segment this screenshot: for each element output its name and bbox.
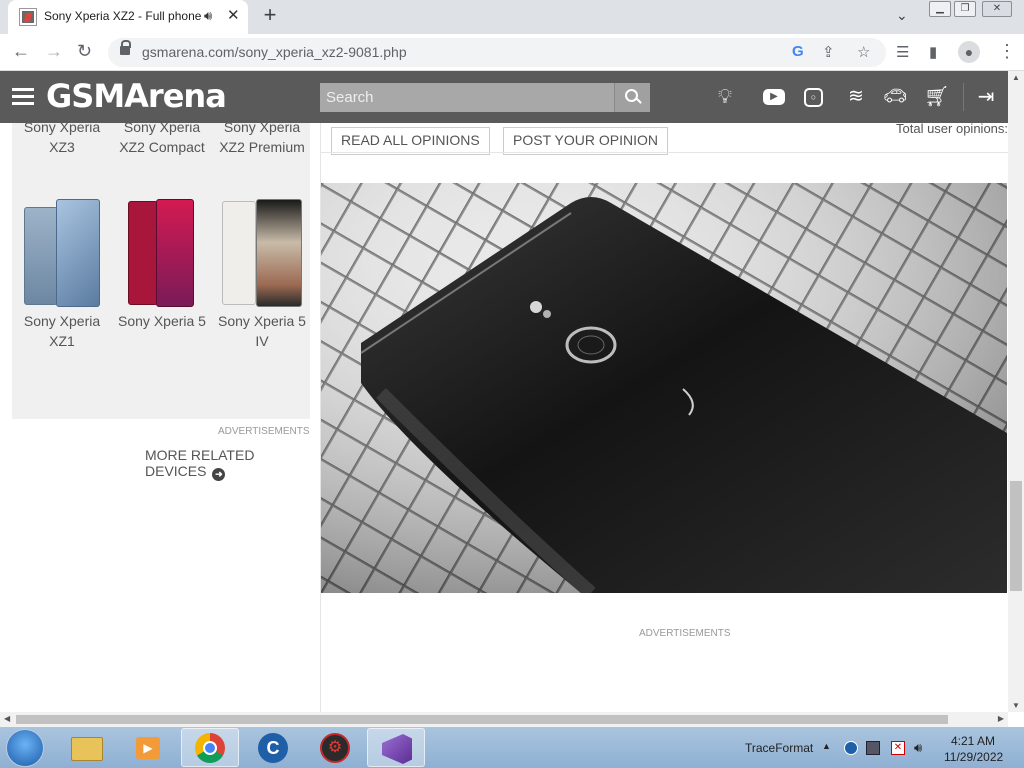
related-device-xz3[interactable]: Sony Xperia XZ3 — [12, 117, 112, 157]
device-name: Sony Xperia XZ1 — [23, 313, 101, 349]
visual-studio-icon — [382, 734, 412, 764]
site-logo[interactable]: GSMArena — [46, 77, 227, 115]
gear-icon: ⚙ — [320, 733, 350, 763]
search-icon[interactable] — [614, 83, 650, 112]
scroll-down-icon[interactable]: ▼ — [1012, 701, 1020, 710]
tab-strip: Sony Xperia XZ2 - Full phone specificati… — [0, 0, 1024, 34]
instagram-icon[interactable]: ○ — [804, 88, 823, 107]
start-button-icon[interactable] — [6, 729, 44, 767]
app-taskbar-button[interactable]: ⚙ — [306, 728, 364, 767]
vertical-scrollbar[interactable]: ▲ ▼ — [1008, 71, 1024, 712]
youtube-icon[interactable]: ▶ — [763, 89, 785, 105]
bookmark-star-icon[interactable]: ☆ — [857, 43, 870, 61]
volume-icon[interactable]: 🔊︎ — [914, 741, 928, 755]
media-player-icon: ▶ — [136, 737, 160, 759]
related-device-xz1[interactable]: Sony Xperia XZ1 — [12, 199, 112, 351]
phone-photo-illustration — [321, 183, 1007, 593]
ccleaner-icon: C — [258, 733, 288, 763]
network-icon[interactable] — [866, 741, 880, 755]
speaker-icon[interactable]: 🔊︎ — [204, 8, 212, 24]
related-devices-panel: Sony Xperia XZ3 Sony Xperia XZ2 Compact … — [12, 119, 312, 481]
close-tab-icon[interactable]: ✕ — [227, 6, 240, 24]
device-name: Sony Xperia 5 — [118, 313, 206, 329]
rss-icon[interactable]: ≋ — [844, 85, 868, 109]
total-user-opinions: Total user opinions: — [896, 121, 1008, 136]
web-page: GSMArena Search 💡︎ ▶ ○ ≋ 🚗︎ 🛒︎ ⇥ Sony Xp… — [0, 71, 1008, 712]
device-thumbnail[interactable] — [212, 199, 312, 311]
folder-icon — [71, 737, 103, 761]
chrome-icon — [195, 733, 225, 763]
site-header: GSMArena Search 💡︎ ▶ ○ ≋ 🚗︎ 🛒︎ ⇥ — [0, 71, 1008, 123]
gsmarena-favicon-icon — [19, 8, 37, 26]
phone-photo[interactable] — [321, 183, 1007, 593]
browser-tab[interactable]: Sony Xperia XZ2 - Full phone specificati… — [8, 0, 248, 34]
lock-icon[interactable] — [120, 40, 131, 55]
device-name: Sony Xperia 5 IV — [218, 313, 306, 349]
url-text: gsmarena.com/sony_xperia_xz2-9081.php — [142, 44, 407, 60]
advertisements-label: ADVERTISEMENTS — [639, 628, 731, 639]
post-opinion-button[interactable]: POST YOUR OPINION — [503, 127, 668, 155]
system-clock[interactable]: 4:21 AM 11/29/2022 — [944, 733, 1004, 765]
related-device-5-iv[interactable]: Sony Xperia 5 IV — [212, 199, 312, 351]
section-divider — [320, 152, 1008, 153]
media-player-taskbar-button[interactable]: ▶ — [118, 728, 176, 767]
tab-search-chevron-icon[interactable]: ⌄ — [896, 7, 908, 24]
new-tab-button[interactable]: + — [258, 4, 282, 28]
login-icon[interactable]: ⇥ — [974, 85, 998, 109]
vertical-scroll-thumb[interactable] — [1010, 481, 1022, 591]
arrow-right-circle-icon: ➜ — [212, 468, 226, 481]
more-related-devices-link[interactable]: MORE RELATED DEVICES ➜ — [145, 447, 310, 481]
back-icon[interactable]: ← — [12, 41, 30, 62]
action-center-flag-icon[interactable]: ✕ — [891, 741, 905, 755]
explorer-taskbar-button[interactable] — [57, 728, 115, 767]
ccleaner-tray-icon[interactable] — [844, 741, 858, 755]
close-window-button[interactable]: ✕ — [982, 1, 1012, 17]
clock-date: 11/29/2022 — [944, 750, 1004, 764]
shopping-cart-icon[interactable]: 🛒︎ — [924, 85, 949, 109]
header-divider — [963, 83, 964, 111]
show-hidden-icons-icon[interactable]: ▲ — [822, 741, 831, 751]
ccleaner-taskbar-button[interactable]: C — [244, 728, 302, 767]
read-all-opinions-button[interactable]: READ ALL OPINIONS — [331, 127, 490, 155]
horizontal-scroll-thumb[interactable] — [16, 715, 948, 724]
hamburger-menu-icon[interactable] — [12, 88, 34, 106]
horizontal-scrollbar[interactable]: ◀ ▶ — [0, 712, 1008, 727]
google-icon[interactable]: G — [792, 43, 804, 60]
clock-time: 4:21 AM — [950, 734, 996, 748]
windows-taskbar: ▶ C ⚙ TraceFormat ▲ ✕ 🔊︎ 4:21 AM 11/29/2… — [0, 727, 1024, 768]
tip-bulb-icon[interactable]: 💡︎ — [713, 85, 737, 109]
profile-avatar-icon[interactable]: ● — [958, 41, 980, 63]
reload-icon[interactable]: ↻ — [77, 41, 92, 62]
scroll-left-icon[interactable]: ◀ — [4, 714, 10, 723]
related-device-xz2-premium[interactable]: Sony Xperia XZ2 Premium — [212, 117, 312, 157]
chrome-taskbar-button[interactable] — [181, 728, 239, 767]
device-thumbnail[interactable] — [12, 199, 112, 311]
device-thumbnail[interactable] — [112, 199, 212, 311]
address-bar[interactable]: gsmarena.com/sony_xperia_xz2-9081.php G … — [108, 38, 886, 67]
forward-icon[interactable]: → — [45, 41, 63, 62]
tray-toolbar-label[interactable]: TraceFormat — [745, 741, 813, 755]
car-icon[interactable]: 🚗︎ — [883, 85, 907, 109]
restore-button[interactable]: ❐ — [954, 1, 976, 17]
toolbar: ← → ↻ gsmarena.com/sony_xperia_xz2-9081.… — [0, 34, 1024, 71]
side-panel-icon[interactable]: ▮ — [929, 43, 937, 61]
site-search[interactable]: Search — [320, 83, 650, 112]
related-device-5[interactable]: Sony Xperia 5 — [112, 199, 212, 331]
reading-list-icon[interactable]: ☰ — [896, 43, 909, 61]
share-icon[interactable]: ⇪ — [822, 43, 835, 61]
related-device-xz2-compact[interactable]: Sony Xperia XZ2 Compact — [112, 117, 212, 157]
scroll-right-icon[interactable]: ▶ — [998, 714, 1004, 723]
advertisements-label: ADVERTISEMENTS — [218, 426, 310, 437]
minimize-button[interactable]: ▁ — [929, 1, 951, 17]
tab-title: Sony Xperia XZ2 - Full phone specificati… — [44, 9, 202, 23]
menu-kebab-icon[interactable]: ⋮ — [998, 41, 1016, 62]
visual-studio-taskbar-button[interactable] — [367, 728, 425, 767]
search-input[interactable]: Search — [326, 89, 374, 106]
scroll-up-icon[interactable]: ▲ — [1012, 73, 1020, 82]
